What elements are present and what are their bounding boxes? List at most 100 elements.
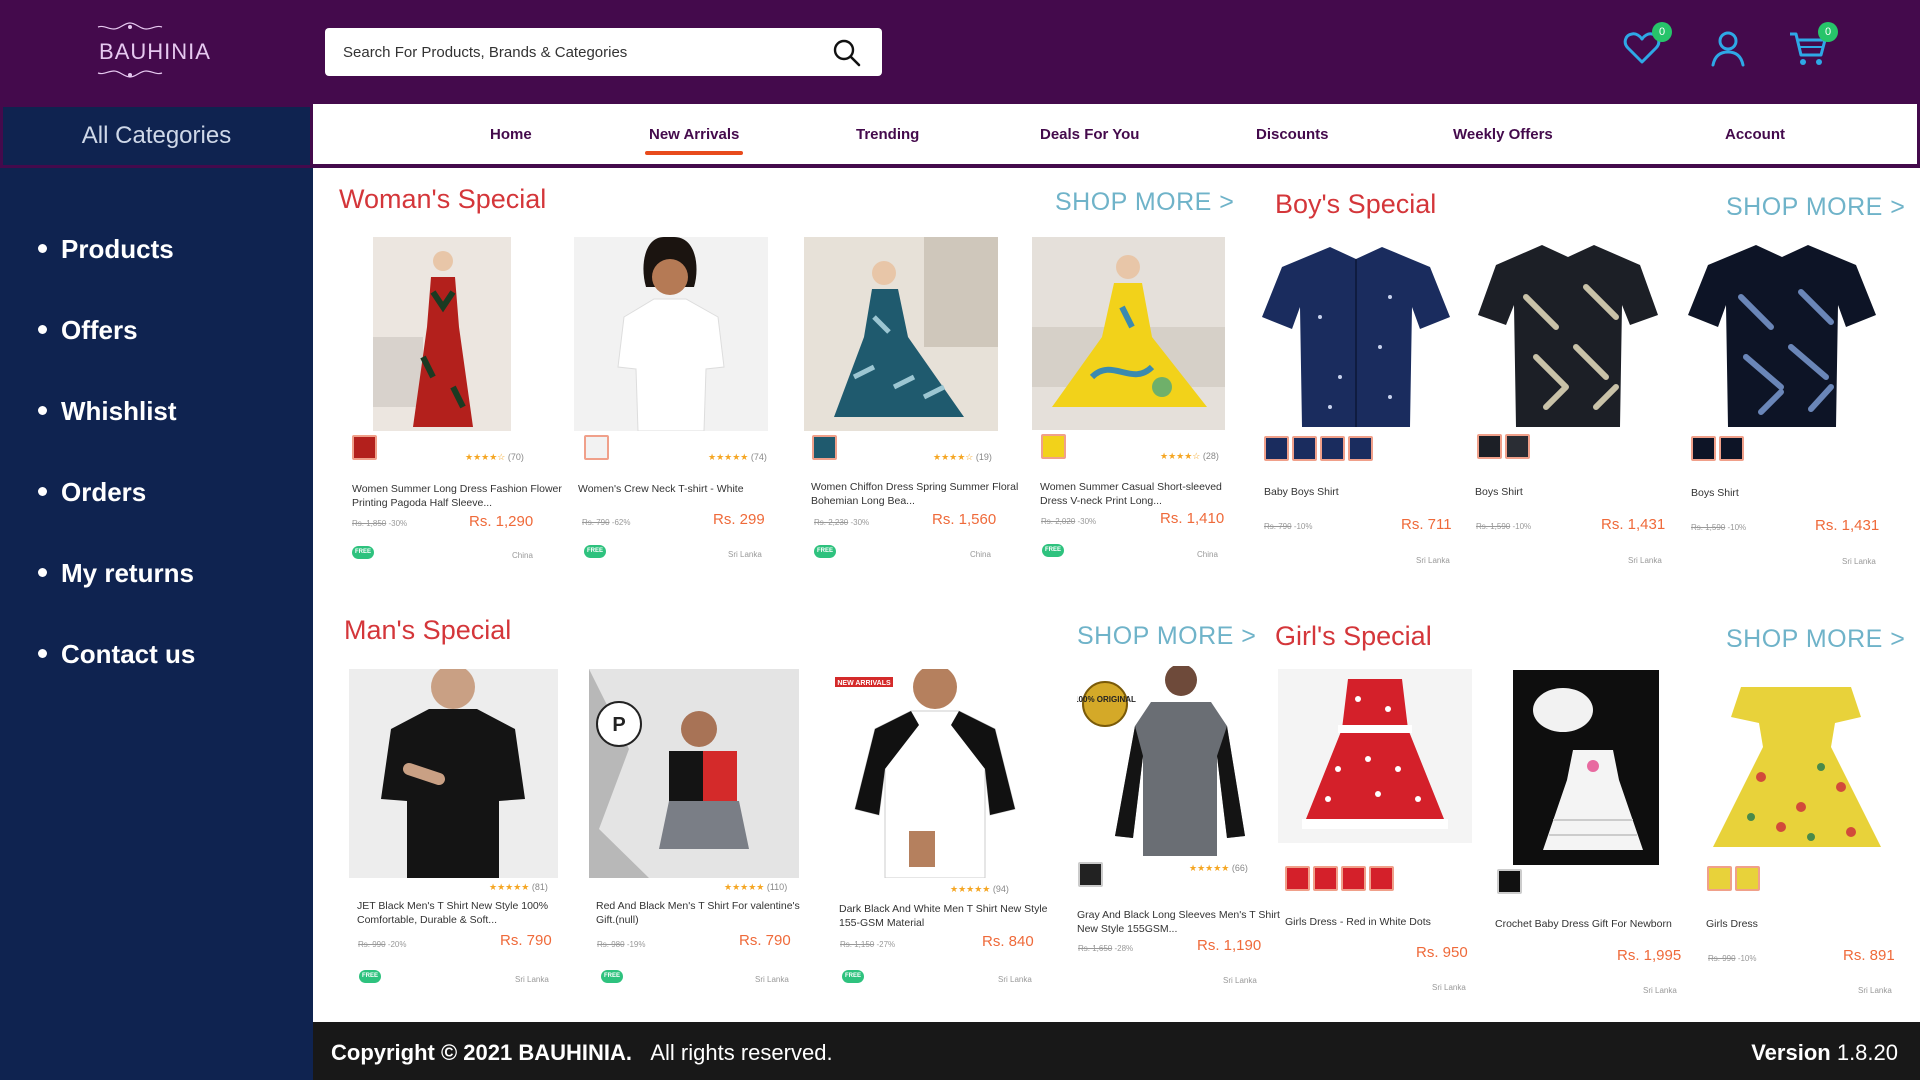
variant-thumb[interactable] xyxy=(1348,436,1373,461)
product-name[interactable]: Boys Shirt xyxy=(1475,485,1685,499)
free-shipping-badge: FREE xyxy=(842,970,864,983)
variant-thumb[interactable] xyxy=(1369,866,1394,891)
product-name[interactable]: Women Summer Long Dress Fashion Flower P… xyxy=(352,482,562,510)
product-image[interactable]: NEW ARRIVALS xyxy=(835,669,1034,878)
product-image[interactable] xyxy=(1032,237,1225,430)
product-image[interactable]: 100% ORIGINAL xyxy=(1077,666,1257,856)
variant-thumb[interactable] xyxy=(1477,434,1502,459)
product-image[interactable] xyxy=(373,237,511,431)
product-image[interactable] xyxy=(574,237,768,431)
nav-home[interactable]: Home xyxy=(490,126,532,143)
product-origin: Sri Lanka xyxy=(998,975,1032,984)
variant-thumbs xyxy=(1041,434,1066,459)
product-image[interactable] xyxy=(1701,667,1893,859)
cart-button[interactable]: 0 xyxy=(1788,22,1838,68)
product-name[interactable]: Baby Boys Shirt xyxy=(1264,485,1474,499)
product-image-navy-shirt xyxy=(1260,237,1453,430)
variant-thumb[interactable] xyxy=(1078,862,1103,887)
product-old-price: Rs. 1,150 -27% xyxy=(840,940,896,949)
product-name[interactable]: Gray And Black Long Sleeves Men's T Shir… xyxy=(1077,908,1287,936)
product-name[interactable]: Girls Dress - Red in White Dots xyxy=(1285,915,1495,929)
product-image-yellow-floral-dress xyxy=(1701,667,1893,859)
brand-name: BAUHINIA xyxy=(99,39,211,64)
variant-thumb[interactable] xyxy=(1341,866,1366,891)
product-name[interactable]: Dark Black And White Men T Shirt New Sty… xyxy=(839,902,1049,930)
variant-thumb[interactable] xyxy=(1505,434,1530,459)
nav-trending[interactable]: Trending xyxy=(856,126,919,143)
main-nav: Home New Arrivals Trending Deals For You… xyxy=(313,104,1920,168)
product-name[interactable]: Crochet Baby Dress Gift For Newborn xyxy=(1495,917,1705,931)
variant-thumb[interactable] xyxy=(1735,866,1760,891)
all-categories-button[interactable]: All Categories xyxy=(0,104,313,168)
search-input[interactable] xyxy=(343,40,823,64)
product-name[interactable]: Boys Shirt xyxy=(1691,486,1901,500)
product-origin: Sri Lanka xyxy=(1858,986,1892,995)
sidebar-item-contact-us[interactable]: Contact us xyxy=(38,639,195,670)
variant-thumb[interactable] xyxy=(1313,866,1338,891)
product-name[interactable]: Women Summer Casual Short-sleeved Dress … xyxy=(1040,480,1250,508)
sidebar-item-label: My returns xyxy=(61,558,194,588)
variant-thumb[interactable] xyxy=(1497,869,1522,894)
svg-text:P: P xyxy=(612,714,625,736)
product-image[interactable] xyxy=(804,237,998,431)
product-price: Rs. 1,410 xyxy=(1160,510,1225,527)
product-image[interactable] xyxy=(1513,670,1659,865)
variant-thumbs xyxy=(1477,434,1530,459)
product-name[interactable]: Women Chiffon Dress Spring Summer Floral… xyxy=(811,480,1021,508)
shop-more-woman-link[interactable]: SHOP MORE > xyxy=(1055,188,1234,217)
product-image[interactable] xyxy=(1278,669,1472,843)
product-image-red-dress xyxy=(373,237,511,431)
sidebar-item-wishlist[interactable]: Whishlist xyxy=(38,396,177,427)
product-image[interactable]: P xyxy=(589,669,799,878)
nav-weekly-offers[interactable]: Weekly Offers xyxy=(1453,126,1553,143)
variant-thumb[interactable] xyxy=(352,435,377,460)
nav-discounts[interactable]: Discounts xyxy=(1256,126,1329,143)
sidebar-item-offers[interactable]: Offers xyxy=(38,315,138,346)
variant-thumb[interactable] xyxy=(1285,866,1310,891)
product-image[interactable] xyxy=(1686,237,1879,430)
new-arrivals-badge: NEW ARRIVALS xyxy=(837,680,891,687)
variant-thumb[interactable] xyxy=(812,435,837,460)
variant-thumb[interactable] xyxy=(1292,436,1317,461)
sidebar-item-orders[interactable]: Orders xyxy=(38,477,146,508)
product-origin: Sri Lanka xyxy=(1643,986,1677,995)
variant-thumb[interactable] xyxy=(1264,436,1289,461)
nav-deals-for-you[interactable]: Deals For You xyxy=(1040,126,1139,143)
section-title-boy: Boy's Special xyxy=(1275,189,1437,219)
variant-thumb[interactable] xyxy=(1707,866,1732,891)
product-name[interactable]: Girls Dress xyxy=(1706,917,1916,931)
variant-thumb[interactable] xyxy=(1719,436,1744,461)
brand-logo[interactable]: BAUHINIA xyxy=(90,20,220,82)
product-origin: Sri Lanka xyxy=(728,550,762,559)
product-name[interactable]: Women's Crew Neck T-shirt - White xyxy=(578,482,788,496)
shop-more-man-link[interactable]: SHOP MORE > xyxy=(1077,622,1256,651)
shop-more-girl-link[interactable]: SHOP MORE > xyxy=(1726,625,1905,654)
logo-ornament-icon xyxy=(97,22,163,30)
nav-account[interactable]: Account xyxy=(1725,126,1785,143)
nav-new-arrivals[interactable]: New Arrivals xyxy=(644,126,744,155)
sidebar-item-my-returns[interactable]: My returns xyxy=(38,558,194,589)
search-icon[interactable] xyxy=(832,38,862,68)
product-image[interactable] xyxy=(1260,237,1453,430)
wishlist-button[interactable]: 0 xyxy=(1622,22,1672,68)
product-name[interactable]: Red And Black Men's T Shirt For valentin… xyxy=(596,899,806,927)
variant-thumb[interactable] xyxy=(1041,434,1066,459)
product-price: Rs. 891 xyxy=(1843,947,1895,964)
variant-thumb[interactable] xyxy=(584,435,609,460)
product-image[interactable] xyxy=(1476,237,1661,430)
product-image[interactable] xyxy=(349,669,558,878)
product-old-price: Rs. 2,230 -30% xyxy=(814,518,870,527)
shop-more-boy-link[interactable]: SHOP MORE > xyxy=(1726,193,1905,222)
product-name[interactable]: JET Black Men's T Shirt New Style 100% C… xyxy=(357,899,567,927)
account-button[interactable] xyxy=(1708,28,1748,68)
variant-thumbs xyxy=(1691,436,1744,461)
variant-thumb[interactable] xyxy=(1320,436,1345,461)
product-origin: China xyxy=(1197,550,1218,559)
product-origin: Sri Lanka xyxy=(515,975,549,984)
product-rating: ★★★★★ (94) xyxy=(950,884,1009,894)
product-price: Rs. 950 xyxy=(1416,944,1468,961)
variant-thumb[interactable] xyxy=(1691,436,1716,461)
sidebar-item-products[interactable]: Products xyxy=(38,234,174,265)
product-price: Rs. 1,290 xyxy=(469,513,534,530)
product-rating: ★★★★★ (110) xyxy=(724,882,788,892)
